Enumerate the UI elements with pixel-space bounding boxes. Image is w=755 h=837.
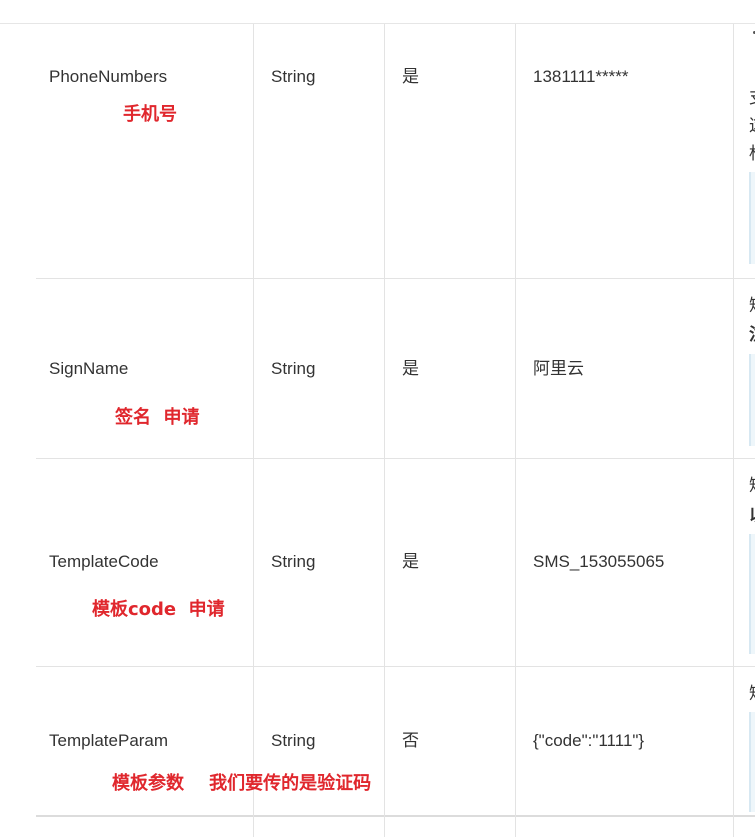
param-required: 是 — [402, 552, 419, 571]
param-required: 是 — [402, 67, 419, 86]
description-fragment: 以 — [749, 506, 755, 526]
param-type: String — [271, 731, 316, 750]
param-type: String — [271, 67, 316, 86]
description-note-box — [749, 172, 755, 264]
table-top-border — [0, 23, 755, 24]
row-divider — [36, 278, 755, 279]
column-divider — [253, 24, 254, 837]
param-required: 否 — [402, 731, 419, 750]
column-divider — [384, 24, 385, 837]
param-name: TemplateCode — [49, 552, 159, 571]
description-note-box — [749, 354, 755, 446]
description-fragment: 这 — [749, 116, 755, 136]
param-name: PhoneNumbers — [49, 67, 168, 86]
row-divider — [36, 815, 755, 817]
description-fragment: 注 — [749, 325, 755, 345]
row-divider — [36, 458, 755, 459]
param-example: 1381111***** — [533, 67, 629, 86]
column-divider — [515, 24, 516, 837]
annotation-note: 手机号 — [123, 104, 177, 125]
description-fragment: 短 — [749, 476, 755, 496]
param-type: String — [271, 359, 316, 378]
description-fragment: 支 — [749, 88, 755, 108]
param-name: SignName — [49, 359, 129, 378]
param-required: 是 — [402, 359, 419, 378]
param-type: String — [271, 552, 316, 571]
param-example: {"code":"1111"} — [533, 731, 645, 750]
description-fragment: 短 — [749, 684, 755, 704]
annotation-note: 模板参数 我们要传的是验证码 — [112, 773, 372, 794]
description-note-box — [749, 712, 755, 812]
annotation-note: 模板code 申请 — [92, 599, 225, 620]
annotation-note: 签名 申请 — [115, 407, 200, 428]
param-name: TemplateParam — [49, 731, 169, 750]
description-fragment: 标 — [749, 144, 755, 164]
param-example: 阿里云 — [533, 359, 584, 378]
description-column-clipped: 支 这 标 短 注 短 以 短 — [733, 24, 755, 837]
row-divider — [36, 666, 755, 667]
param-example: SMS_153055065 — [533, 552, 665, 571]
description-note-box — [749, 534, 755, 654]
description-fragment: 短 — [749, 296, 755, 316]
